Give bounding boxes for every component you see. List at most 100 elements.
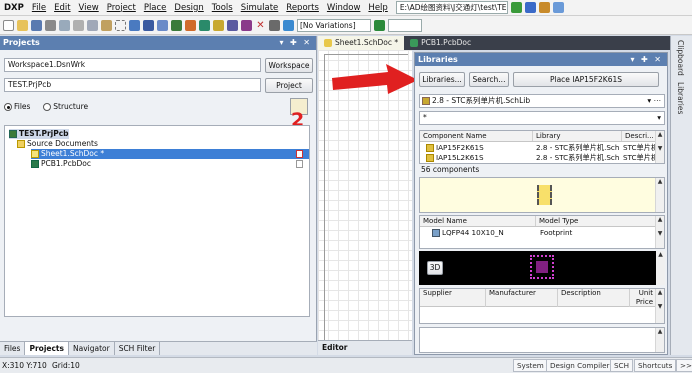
col-library[interactable]: Library xyxy=(533,131,622,141)
new-icon[interactable] xyxy=(3,19,14,31)
col-supplier-description[interactable]: Description xyxy=(558,289,630,307)
tab-label: PCB1.PcbDoc xyxy=(421,38,472,47)
details-scrollbar[interactable]: ▲ xyxy=(655,328,664,352)
no-erc-icon[interactable]: ✕ xyxy=(255,20,266,31)
table-row[interactable]: IAP15F2K61S xyxy=(426,143,534,153)
libraries-button[interactable]: Libraries... xyxy=(419,72,465,87)
pen-icon[interactable] xyxy=(283,19,294,31)
component-scrollbar[interactable]: ▲ ▼ xyxy=(655,131,664,163)
gnd-icon[interactable] xyxy=(185,19,196,31)
bus-icon[interactable] xyxy=(143,19,154,31)
menu-edit[interactable]: Edit xyxy=(50,0,74,15)
sch-button[interactable]: SCH xyxy=(610,359,633,372)
tree-item-project[interactable]: TEST.PrjPcb xyxy=(9,129,69,139)
menu-reports[interactable]: Reports xyxy=(282,0,323,15)
workspace-button[interactable]: Workspace xyxy=(265,58,313,73)
back-icon[interactable] xyxy=(510,2,522,13)
app-logo[interactable]: DXP xyxy=(0,0,28,15)
3d-button[interactable]: 3D xyxy=(427,261,443,275)
design-compiler-button[interactable]: Design Compiler xyxy=(546,359,614,372)
structure-radio[interactable] xyxy=(43,103,52,111)
panel-controls[interactable]: ▾ ✚ ✕ xyxy=(279,36,316,50)
net-icon[interactable] xyxy=(157,19,168,31)
menu-design[interactable]: Design xyxy=(170,0,207,15)
tree-item-label: PCB1.PcbDoc xyxy=(41,159,91,168)
footprint-scrollbar[interactable]: ▲ xyxy=(656,251,665,285)
menu-place[interactable]: Place xyxy=(140,0,171,15)
search-button[interactable]: Search... xyxy=(469,72,509,87)
col-unit-price[interactable]: Unit Price xyxy=(630,289,656,307)
menu-file[interactable]: File xyxy=(28,0,50,15)
table-row[interactable]: LQFP44 10X10_N xyxy=(432,228,536,238)
col-model-type[interactable]: Model Type xyxy=(536,216,656,226)
entry-icon[interactable] xyxy=(241,19,252,31)
tree-item-label: Source Documents xyxy=(27,139,98,148)
component-name: IAP15L2K61S xyxy=(436,153,484,162)
system-button[interactable]: System xyxy=(513,359,548,372)
wire-icon[interactable] xyxy=(129,19,140,31)
model-scrollbar[interactable]: ▲ ▼ xyxy=(655,216,664,248)
cut-icon[interactable] xyxy=(73,19,84,31)
port-icon[interactable] xyxy=(199,19,210,31)
workspace-field[interactable]: Workspace1.DsnWrk xyxy=(4,58,261,72)
project-button[interactable]: Project xyxy=(265,78,313,93)
copy-icon[interactable] xyxy=(87,19,98,31)
place-button[interactable]: Place IAP15F2K61S xyxy=(513,72,659,87)
menu-window[interactable]: Window xyxy=(323,0,365,15)
tab-pcb1[interactable]: PCB1.PcbDoc xyxy=(404,36,477,50)
print-icon[interactable] xyxy=(45,19,56,31)
col-model-name[interactable]: Model Name xyxy=(420,216,536,226)
libraries-title: Libraries xyxy=(418,55,458,64)
save-icon[interactable] xyxy=(31,19,42,31)
variant-icon[interactable] xyxy=(374,19,385,31)
extra-dropdown[interactable] xyxy=(388,18,422,32)
tab-sch-filter[interactable]: SCH Filter xyxy=(115,342,161,355)
project-field[interactable]: TEST.PrjPcb xyxy=(4,78,261,92)
clipboard-tab[interactable]: Clipboard xyxy=(676,40,685,76)
shortcuts-button[interactable]: Shortcuts xyxy=(634,359,677,372)
tab-sheet1[interactable]: Sheet1.SchDoc * xyxy=(318,36,405,50)
footprint-preview[interactable]: 3D ▲ xyxy=(419,251,665,285)
tree-item-source-docs[interactable]: Source Documents xyxy=(17,139,98,149)
tree-item-label: TEST.PrjPcb xyxy=(19,129,69,138)
menu-simulate[interactable]: Simulate xyxy=(237,0,283,15)
tab-projects[interactable]: Projects xyxy=(25,342,69,355)
col-component-name[interactable]: Component Name xyxy=(420,131,533,141)
preview-scrollbar[interactable]: ▲ xyxy=(655,178,664,212)
paste-icon[interactable] xyxy=(101,19,112,31)
tree-item-pcb1[interactable]: PCB1.PcbDoc xyxy=(31,159,309,169)
col-supplier[interactable]: Supplier xyxy=(420,289,486,307)
sheet-icon[interactable] xyxy=(227,19,238,31)
select-icon[interactable] xyxy=(115,19,126,31)
menu-help[interactable]: Help xyxy=(364,0,391,15)
menu-view[interactable]: View xyxy=(75,0,103,15)
power-icon[interactable] xyxy=(171,19,182,31)
libraries-tab[interactable]: Libraries xyxy=(676,82,685,114)
home-icon[interactable] xyxy=(538,2,550,13)
open-icon[interactable] xyxy=(17,19,28,31)
supplier-scrollbar[interactable]: ▲ ▼ xyxy=(655,289,664,323)
table-row[interactable]: IAP15L2K61S xyxy=(426,153,534,163)
variations-dropdown[interactable]: [No Variations] xyxy=(297,18,371,32)
zoom-icon[interactable] xyxy=(59,19,70,31)
library-dropdown[interactable]: 2.8 - STC系列单片机.SchLib ▾ ⋯ xyxy=(419,94,665,108)
editor-tab[interactable]: Editor xyxy=(318,340,412,355)
compile-icon[interactable] xyxy=(269,19,280,31)
component-desc: STC单片机 xyxy=(623,153,656,162)
symbol-preview[interactable]: ▲ xyxy=(419,177,665,213)
filter-field[interactable]: * ▾ xyxy=(419,111,665,125)
col-manufacturer[interactable]: Manufacturer xyxy=(486,289,558,307)
tree-item-sheet1[interactable]: Sheet1.SchDoc * xyxy=(31,149,309,159)
path-field[interactable]: E:\AD绘图资料\J交通灯\test\TES xyxy=(395,1,508,14)
more-button[interactable]: >> xyxy=(676,359,692,372)
tab-files[interactable]: Files xyxy=(0,342,26,355)
tab-navigator[interactable]: Navigator xyxy=(69,342,115,355)
docs-icon[interactable] xyxy=(552,2,564,13)
files-radio[interactable] xyxy=(4,103,12,111)
menu-tools[interactable]: Tools xyxy=(208,0,237,15)
part-icon[interactable] xyxy=(213,19,224,31)
panel-controls[interactable]: ▾ ✚ ✕ xyxy=(630,53,667,66)
forward-icon[interactable] xyxy=(524,2,536,13)
menu-project[interactable]: Project xyxy=(103,0,140,15)
col-description[interactable]: Descri... xyxy=(622,131,656,141)
